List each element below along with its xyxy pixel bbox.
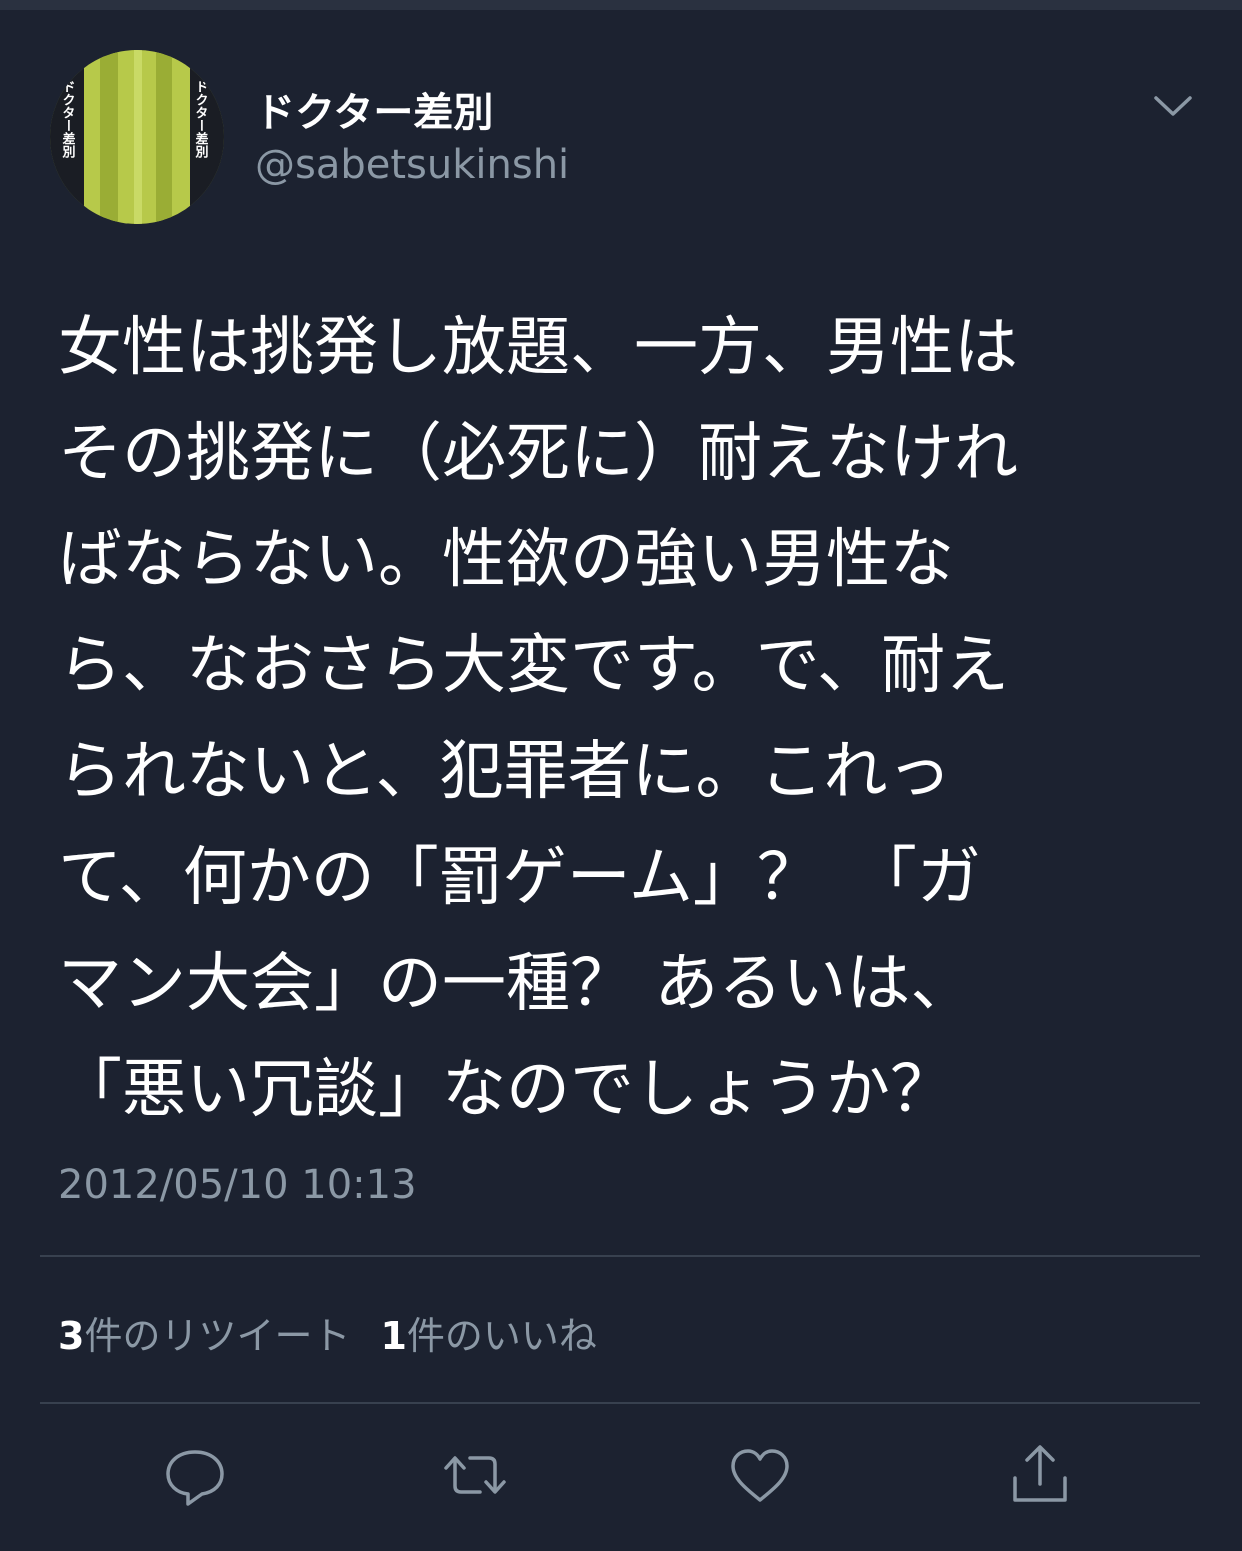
likes-stat[interactable]: 1件のいいね <box>380 1314 596 1358</box>
display-name[interactable]: ドクター差別 <box>255 80 493 138</box>
divider <box>40 1255 1200 1257</box>
engagement-stats: 3件のリツイート 1件のいいね <box>58 1305 597 1360</box>
tweet-text-line: 「悪い冗談」なのでしょうか？ <box>58 1053 954 1127</box>
tweet-text-line: マン大会」の一種？ あるいは、 <box>58 947 975 1021</box>
tweet-text-line: られないと、犯罪者に。これっ <box>58 735 952 809</box>
retweets-label: 件のリツイート <box>84 1314 351 1358</box>
top-edge <box>0 0 1242 10</box>
avatar[interactable]: ドクター差別 ドクター差別 <box>50 50 224 224</box>
share-icon[interactable] <box>1005 1440 1075 1510</box>
divider <box>40 1402 1200 1404</box>
chevron-down-icon[interactable] <box>1150 88 1196 124</box>
retweets-stat[interactable]: 3件のリツイート <box>58 1314 350 1358</box>
retweet-icon[interactable] <box>440 1440 510 1510</box>
tweet-text-line: ばならない。性欲の強い男性な <box>58 523 954 597</box>
likes-count: 1 <box>380 1314 407 1358</box>
tweet-text-line: 女性は挑発し放題、一方、男性は <box>58 311 1018 385</box>
user-handle[interactable]: @sabetsukinshi <box>255 142 569 188</box>
avatar-text-left: ドクター差別 <box>60 80 77 159</box>
retweets-count: 3 <box>58 1314 85 1358</box>
tweet-text: 女性は挑発し放題、一方、男性は その挑発に（必死に）耐えなけれ ばならない。性欲… <box>58 295 1188 1143</box>
tweet-text-line: ら、なおさら大変です。で、耐え <box>58 629 1010 703</box>
reply-icon[interactable] <box>160 1440 230 1510</box>
tweet-text-line: て、何かの「罰ゲーム」？ 「ガ <box>58 841 981 915</box>
likes-label: 件のいいね <box>406 1314 597 1358</box>
heart-icon[interactable] <box>725 1440 795 1510</box>
avatar-text-right: ドクター差別 <box>193 80 210 159</box>
tweet-timestamp: 2012/05/10 10:13 <box>58 1162 417 1208</box>
tweet-text-line: その挑発に（必死に）耐えなけれ <box>58 417 1018 491</box>
